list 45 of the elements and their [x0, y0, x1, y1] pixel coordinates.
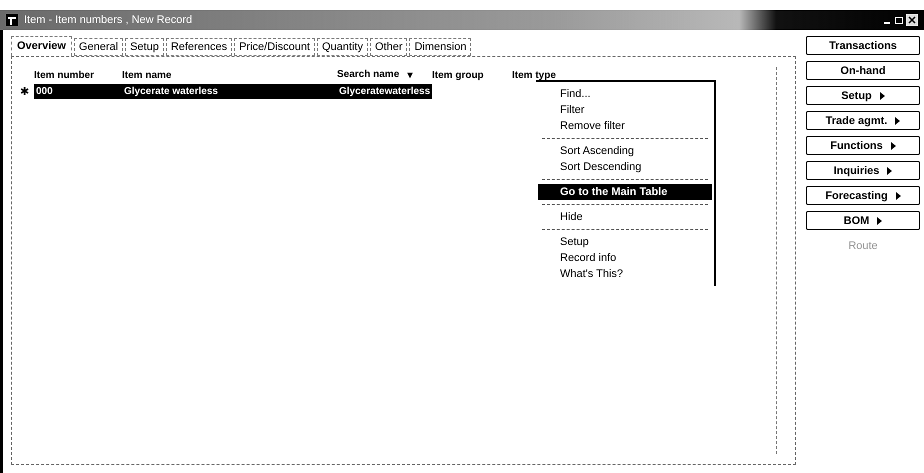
side-button[interactable]: Setup	[806, 86, 920, 105]
maximize-icon[interactable]	[894, 15, 904, 25]
app-icon	[6, 14, 18, 26]
tab[interactable]: Quantity	[317, 38, 368, 56]
submenu-arrow-icon	[880, 92, 885, 100]
column-header[interactable]: Item type	[512, 70, 602, 80]
side-button[interactable]: BOM	[806, 211, 920, 230]
menu-item[interactable]: Hide	[538, 209, 712, 225]
submenu-arrow-icon	[887, 166, 892, 174]
column-header[interactable]: Search name ▾	[337, 69, 432, 81]
submenu-arrow-icon	[877, 216, 882, 224]
tab[interactable]: Setup	[125, 38, 164, 56]
column-header[interactable]: Item name	[122, 70, 337, 80]
tab[interactable]: Overview	[11, 36, 72, 56]
tab[interactable]: References	[166, 38, 232, 56]
submenu-arrow-icon	[890, 142, 896, 150]
side-button[interactable]: Inquiries	[806, 161, 920, 180]
column-header[interactable]: Item group	[432, 70, 512, 80]
menu-item[interactable]: Sort Descending	[538, 159, 712, 175]
menu-item[interactable]: Sort Ascending	[538, 143, 712, 159]
close-icon[interactable]	[906, 14, 918, 26]
menu-item[interactable]: Go to the Main Table	[538, 184, 712, 200]
submenu-arrow-icon	[895, 116, 900, 124]
side-button[interactable]: Forecasting	[806, 186, 920, 205]
table-cell[interactable]: 000	[34, 84, 122, 98]
side-button[interactable]: Functions	[806, 136, 920, 155]
tab[interactable]: Price/Discount	[234, 38, 315, 56]
table-cell[interactable]: Glyceratewaterless	[337, 84, 432, 98]
submenu-arrow-icon	[896, 192, 901, 200]
tab[interactable]: General	[74, 38, 124, 56]
menu-item[interactable]: Find...	[538, 86, 712, 102]
side-button[interactable]: On-hand	[806, 61, 920, 80]
menu-item[interactable]: Remove filter	[538, 118, 712, 134]
menu-item[interactable]: Filter	[538, 102, 712, 118]
menu-item[interactable]: Record info	[538, 250, 712, 266]
table-cell[interactable]: Glycerate waterless	[122, 84, 337, 98]
window-title: Item - Item numbers , New Record	[24, 14, 194, 26]
tab[interactable]: Other	[370, 38, 408, 56]
new-record-marker: ✱	[20, 84, 30, 98]
menu-item[interactable]: Setup	[538, 234, 712, 250]
side-button[interactable]: Trade agmt.	[806, 111, 920, 130]
column-header[interactable]: Item number	[34, 70, 122, 80]
tab[interactable]: Dimension	[409, 38, 472, 56]
menu-item[interactable]: What's This?	[538, 266, 712, 282]
side-button[interactable]: Transactions	[806, 36, 920, 55]
